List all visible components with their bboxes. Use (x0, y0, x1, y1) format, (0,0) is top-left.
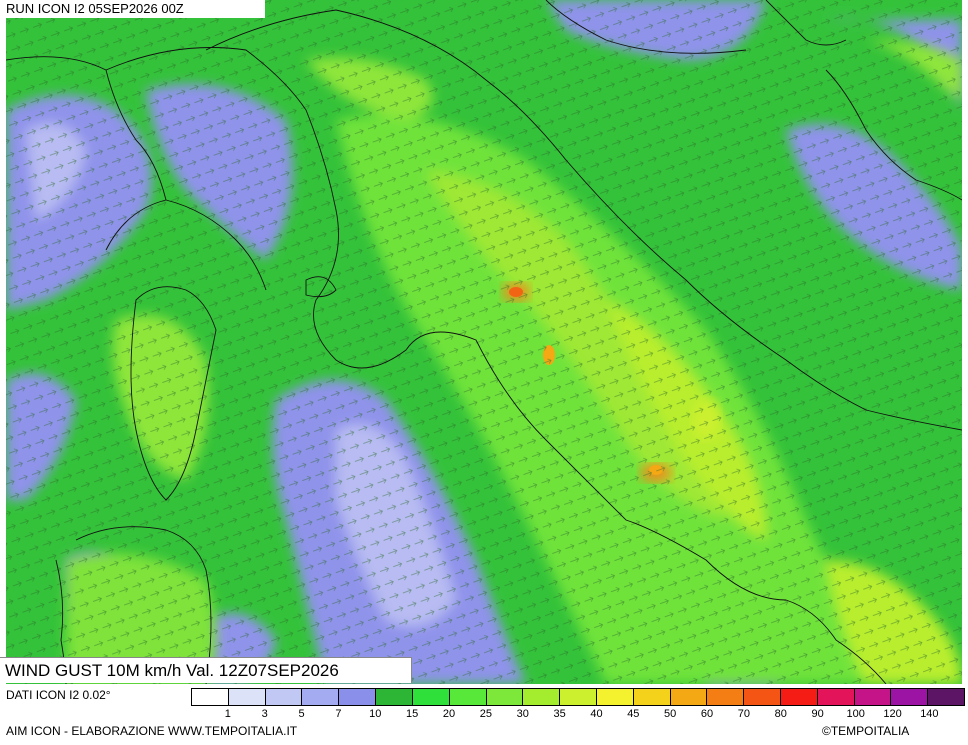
legend-tick-slot: 45 (596, 708, 639, 722)
legend-ticks: 1 3 5 7 10 15 20 25 30 35 40 45 50 60 70 80 90 100 120 140 (191, 708, 965, 722)
credit-left: AIM ICON - ELABORAZIONE WWW.TEMPOITALIA.… (6, 724, 298, 738)
legend-tick-slot: 100 (818, 708, 864, 722)
legend-tick-slot: 60 (670, 708, 713, 722)
legend-tick-slot: 1 (191, 708, 231, 722)
legend-swatch (265, 689, 303, 705)
legend-swatch (596, 689, 634, 705)
legend-swatch (302, 689, 340, 705)
legend-tick-slot: 5 (265, 708, 305, 722)
legend-tick-slot: 15 (375, 708, 418, 722)
wind-arrows (6, 0, 962, 684)
data-source-label: DATI ICON I2 0.02° (6, 688, 111, 702)
legend-swatch (376, 689, 413, 705)
legend-tick-slot: 7 (302, 708, 341, 722)
legend-swatch (449, 689, 487, 705)
map-canvas (6, 0, 962, 684)
legend-swatch (670, 689, 708, 705)
legend-swatch (781, 689, 818, 705)
legend-swatch (633, 689, 671, 705)
legend-swatch (228, 689, 266, 705)
legend-tick-slot: 30 (486, 708, 529, 722)
legend-tick-slot: 20 (412, 708, 455, 722)
legend-swatch (412, 689, 450, 705)
legend-tick-slot: 90 (781, 708, 823, 722)
legend-tick-slot (928, 708, 965, 722)
legend-tick-slot: 140 (891, 708, 938, 722)
legend-colorbar (191, 688, 965, 706)
legend-swatch (928, 689, 965, 705)
legend-swatch (523, 689, 561, 705)
legend-swatch (854, 689, 892, 705)
legend-swatch (339, 689, 377, 705)
legend-swatch (192, 689, 229, 705)
legend-swatch (891, 689, 929, 705)
legend-swatch (707, 689, 745, 705)
legend-tick-slot: 25 (449, 708, 492, 722)
legend-swatch (744, 689, 781, 705)
legend-swatch (817, 689, 855, 705)
legend-swatch (486, 689, 524, 705)
legend-swatch (560, 689, 597, 705)
legend-tick-slot: 80 (744, 708, 787, 722)
legend-tick-slot: 3 (228, 708, 268, 722)
legend-tick-slot: 40 (560, 708, 602, 722)
map-title: WIND GUST 10M km/h Val. 12Z07SEP2026 (0, 657, 412, 683)
legend-tick-slot: 35 (523, 708, 565, 722)
legend-tick-slot: 120 (854, 708, 901, 722)
wind-gust-map (6, 0, 962, 684)
credit-right: ©TEMPOITALIA (822, 724, 910, 738)
legend-tick-slot: 50 (633, 708, 676, 722)
legend-tick-slot: 70 (707, 708, 750, 722)
legend-tick-slot: 10 (338, 708, 381, 722)
run-label: RUN ICON I2 05SEP2026 00Z (6, 0, 265, 18)
